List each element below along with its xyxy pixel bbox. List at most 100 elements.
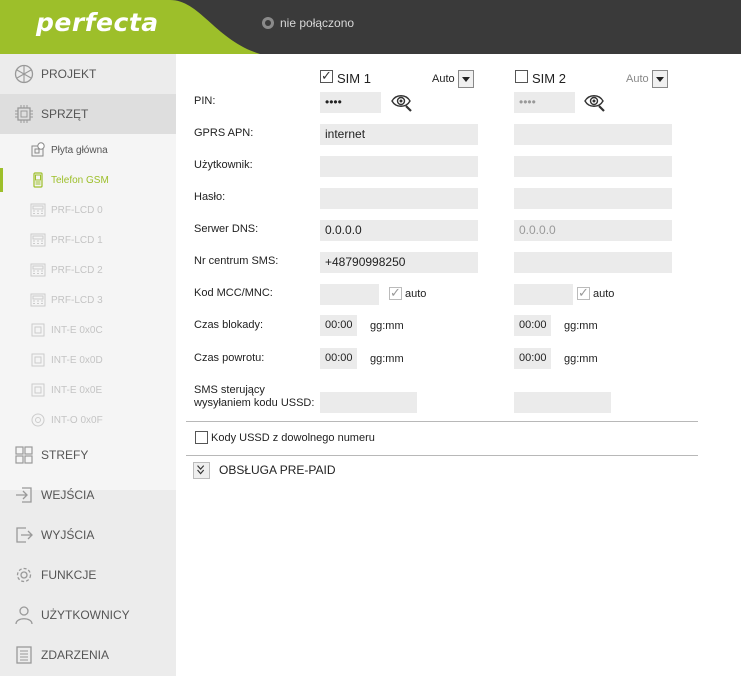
keypad-icon <box>30 293 46 307</box>
sim2-ussd-input[interactable] <box>514 392 611 413</box>
app-header: perfecta nie połączono <box>0 0 741 54</box>
sim1-apn-input[interactable]: internet <box>320 124 478 145</box>
sim2-label: SIM 2 <box>532 71 566 86</box>
expander-icon <box>31 323 45 337</box>
sidebar-item-uzytkownicy[interactable]: UŻYTKOWNICY <box>0 595 176 635</box>
sim1-ussd-input[interactable] <box>320 392 417 413</box>
sidebar-item-label: SPRZĘT <box>41 107 89 121</box>
sidebar-subitem-int-e-0x0e[interactable]: INT-E 0x0E <box>0 375 176 405</box>
sim1-pin-input[interactable]: •••• <box>320 92 381 113</box>
ussd-label-line2: wysyłaniem kodu USSD: <box>194 397 315 409</box>
input-icon <box>16 487 32 503</box>
sidebar-subitem-prf-lcd-3[interactable]: PRF-LCD 3 <box>0 285 176 315</box>
ussd-label-line1: SMS sterujący <box>194 384 265 396</box>
sim1-mode-value: Auto <box>432 73 455 85</box>
sidebar-subitem-plyta-glowna[interactable]: Płyta główna <box>0 135 176 165</box>
sim2-mcc-auto-checkbox[interactable] <box>577 285 590 301</box>
sidebar-subitem-prf-lcd-2[interactable]: PRF-LCD 2 <box>0 255 176 285</box>
sidebar-subitem-prf-lcd-1[interactable]: PRF-LCD 1 <box>0 225 176 255</box>
chip-icon <box>15 105 33 123</box>
sidebar-item-label: STREFY <box>41 448 89 462</box>
sim1-mode-select[interactable]: Auto <box>429 69 474 89</box>
chevron-down-icon <box>457 70 474 88</box>
sidebar-item-label: ZDARZENIA <box>41 648 110 662</box>
gear-icon <box>16 567 32 583</box>
sim2-mcc-auto-label: auto <box>593 288 615 300</box>
sim2-password-input[interactable] <box>514 188 672 209</box>
expander-icon <box>31 353 45 367</box>
sim2-pin-input[interactable]: •••• <box>514 92 575 113</box>
sidebar-subitem-label: PRF-LCD 2 <box>51 264 103 276</box>
prepaid-section-title[interactable]: OBSŁUGA PRE-PAID <box>219 463 335 477</box>
expander-icon <box>31 383 45 397</box>
connection-status-text: nie połączono <box>280 16 355 30</box>
sim2-block-time-input[interactable]: 00:00 <box>514 315 551 336</box>
connection-icon <box>262 17 274 29</box>
keypad-icon <box>30 203 46 217</box>
dns-label: Serwer DNS: <box>194 223 259 235</box>
sim2-mode-value: Auto <box>626 73 649 85</box>
output-expander-icon <box>31 413 45 427</box>
sim1-return-time-input[interactable]: 00:00 <box>320 348 357 369</box>
sidebar-subitem-label: INT-E 0x0D <box>51 354 103 366</box>
sidebar-item-funkcje[interactable]: FUNKCJE <box>0 555 176 595</box>
password-label: Hasło: <box>194 191 226 203</box>
sidebar-item-zdarzenia[interactable]: ZDARZENIA <box>0 635 176 675</box>
show-pin-icon[interactable] <box>391 91 413 113</box>
sidebar-item-wejscia[interactable]: WEJŚCIA <box>0 475 176 515</box>
sms-center-label: Nr centrum SMS: <box>194 255 279 267</box>
sidebar-subitem-label: INT-E 0x0C <box>51 324 103 336</box>
sim2-mcc-input[interactable] <box>514 284 573 305</box>
mcc-label: Kod MCC/MNC: <box>194 287 273 299</box>
divider <box>186 421 698 422</box>
ussd-any-number-checkbox[interactable] <box>195 431 208 444</box>
output-icon <box>16 527 33 543</box>
sim1-mcc-auto-checkbox[interactable] <box>389 285 402 301</box>
gsm-settings-panel: SIM 1 Auto SIM 2 Auto PIN: •••• •••• GPR… <box>176 54 741 676</box>
sidebar-item-sprzet[interactable]: SPRZĘT <box>0 94 176 134</box>
sidebar-subitem-label: PRF-LCD 0 <box>51 204 103 216</box>
sim1-block-time-input[interactable]: 00:00 <box>320 315 357 336</box>
show-pin-icon[interactable] <box>584 91 606 113</box>
sidebar-item-strefy[interactable]: STREFY <box>0 435 176 475</box>
sidebar-item-label: WEJŚCIA <box>41 488 95 502</box>
sim1-user-input[interactable] <box>320 156 478 177</box>
sim1-return-time-unit: gg:mm <box>370 353 404 365</box>
sim2-mode-select[interactable]: Auto <box>623 69 668 89</box>
sim1-sms-center-input[interactable]: +48790998250 <box>320 252 478 273</box>
sim1-block-time-unit: gg:mm <box>370 320 404 332</box>
sim1-checkbox[interactable] <box>320 68 333 84</box>
sidebar-item-wyjscia[interactable]: WYJŚCIA <box>0 515 176 555</box>
sim1-dns-input[interactable]: 0.0.0.0 <box>320 220 478 241</box>
connection-status: nie połączono <box>262 16 354 30</box>
sim2-user-input[interactable] <box>514 156 672 177</box>
double-chevron-down-icon <box>197 465 205 475</box>
sidebar-subitem-int-e-0x0d[interactable]: INT-E 0x0D <box>0 345 176 375</box>
sim2-checkbox[interactable] <box>515 70 528 83</box>
block-time-label: Czas blokady: <box>194 319 264 331</box>
expand-prepaid-button[interactable] <box>193 462 210 479</box>
sidebar-subitem-int-e-0x0c[interactable]: INT-E 0x0C <box>0 315 176 345</box>
sim1-password-input[interactable] <box>320 188 478 209</box>
sidebar-subitem-label: Płyta główna <box>51 144 108 156</box>
sim2-return-time-input[interactable]: 00:00 <box>514 348 551 369</box>
sidebar-subitem-prf-lcd-0[interactable]: PRF-LCD 0 <box>0 195 176 225</box>
keypad-icon <box>30 263 46 277</box>
pin-label: PIN: <box>194 95 216 107</box>
return-time-label: Czas powrotu: <box>194 352 265 364</box>
sim2-block-time-unit: gg:mm <box>564 320 598 332</box>
sidebar-item-label: FUNKCJE <box>41 568 97 582</box>
sim2-dns-input[interactable]: 0.0.0.0 <box>514 220 672 241</box>
mainboard-icon <box>31 142 45 157</box>
list-icon <box>16 646 32 664</box>
sidebar-item-projekt[interactable]: PROJEKT <box>0 54 176 94</box>
sim2-apn-input[interactable] <box>514 124 672 145</box>
ussd-any-number-label: Kody USSD z dowolnego numeru <box>211 432 375 444</box>
sim2-sms-center-input[interactable] <box>514 252 672 273</box>
sidebar-subitem-telefon-gsm[interactable]: Telefon GSM <box>0 165 176 195</box>
sidebar-item-label: PROJEKT <box>41 67 97 81</box>
sidebar-subitem-int-o-0x0f[interactable]: INT-O 0x0F <box>0 405 176 435</box>
sim1-mcc-input[interactable] <box>320 284 379 305</box>
divider <box>186 455 698 456</box>
chevron-down-icon <box>651 70 668 88</box>
